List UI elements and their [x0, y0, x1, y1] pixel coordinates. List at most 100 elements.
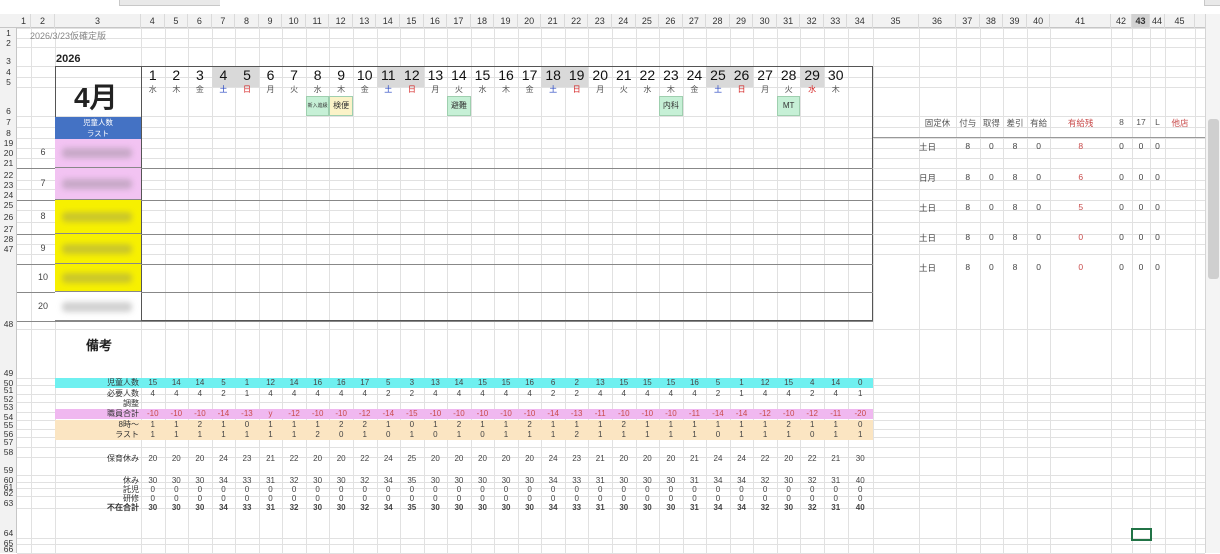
column-header-36[interactable]: 36 — [919, 14, 956, 28]
bottom-cell: 1 — [645, 420, 650, 429]
column-header-4[interactable]: 4 — [141, 14, 165, 28]
column-header-11[interactable]: 11 — [306, 14, 330, 28]
row-header-49[interactable]: 49 — [0, 368, 17, 378]
row-header-6[interactable]: 6 — [0, 106, 17, 116]
bottom-cell: 16 — [525, 378, 535, 387]
column-header-39[interactable]: 39 — [1003, 14, 1027, 28]
column-header-29[interactable]: 29 — [730, 14, 754, 28]
selected-cell[interactable] — [1131, 528, 1152, 541]
row-header-57[interactable]: 57 — [0, 437, 17, 447]
column-header-35[interactable]: 35 — [873, 14, 919, 28]
column-header-26[interactable]: 26 — [659, 14, 683, 28]
column-header-1[interactable]: 1 — [17, 14, 31, 28]
row-header-53[interactable]: 53 — [0, 402, 17, 412]
row-header-20[interactable]: 20 — [0, 148, 17, 158]
row-header-24[interactable]: 24 — [0, 190, 17, 200]
row-header-59[interactable]: 59 — [0, 465, 17, 475]
formula-input[interactable] — [220, 0, 1205, 6]
row-header-63[interactable]: 63 — [0, 498, 17, 508]
column-header-45[interactable]: 45 — [1165, 14, 1195, 28]
column-header-34[interactable]: 34 — [848, 14, 873, 28]
column-header-31[interactable]: 31 — [777, 14, 801, 28]
column-header-33[interactable]: 33 — [824, 14, 848, 28]
column-header-16[interactable]: 16 — [424, 14, 448, 28]
row-header-7[interactable]: 7 — [0, 117, 17, 127]
row-header-21[interactable]: 21 — [0, 158, 17, 168]
row-header-5[interactable]: 5 — [0, 77, 17, 87]
column-header-18[interactable]: 18 — [471, 14, 495, 28]
row-header-48[interactable]: 48 — [0, 319, 17, 329]
bottom-cell: 1 — [692, 420, 697, 429]
bottom-cell: 1 — [762, 420, 768, 429]
row-header-8[interactable]: 8 — [0, 128, 17, 138]
row-header-23[interactable]: 23 — [0, 180, 17, 190]
row-header-19[interactable]: 19 — [0, 138, 17, 148]
column-header-23[interactable]: 23 — [588, 14, 612, 28]
bottom-cell: 16 — [689, 378, 699, 387]
row-header-47[interactable]: 47 — [0, 244, 17, 254]
row-header-1[interactable]: 1 — [0, 28, 17, 38]
summary-header: 付与 — [959, 118, 977, 128]
name-box[interactable] — [0, 0, 120, 6]
column-header-44[interactable]: 44 — [1150, 14, 1165, 28]
column-header-37[interactable]: 37 — [956, 14, 980, 28]
bottom-cell: 0 — [433, 430, 438, 439]
column-header-30[interactable]: 30 — [753, 14, 777, 28]
row-header-58[interactable]: 58 — [0, 447, 17, 457]
column-header-27[interactable]: 27 — [683, 14, 707, 28]
row-header-62[interactable]: 62 — [0, 488, 17, 498]
column-header-28[interactable]: 28 — [706, 14, 730, 28]
row-header-27[interactable]: 27 — [0, 224, 17, 234]
column-header-17[interactable]: 17 — [447, 14, 471, 28]
column-header-32[interactable]: 32 — [800, 14, 824, 28]
event-9[interactable]: 検便 — [329, 96, 353, 116]
column-header-22[interactable]: 22 — [565, 14, 589, 28]
column-header-40[interactable]: 40 — [1027, 14, 1051, 28]
event-14[interactable]: 避難 — [447, 96, 471, 116]
row-header-64[interactable]: 64 — [0, 528, 17, 538]
column-header-41[interactable]: 41 — [1050, 14, 1111, 28]
column-header-3[interactable]: 3 — [55, 14, 141, 28]
row-header-22[interactable]: 22 — [0, 170, 17, 180]
column-header-9[interactable]: 9 — [259, 14, 283, 28]
bottom-cell: 32 — [360, 503, 370, 512]
bottom-cell: 13 — [430, 378, 440, 387]
row-header-4[interactable]: 4 — [0, 67, 17, 77]
column-header-20[interactable]: 20 — [518, 14, 542, 28]
column-header-14[interactable]: 14 — [377, 14, 401, 28]
vertical-scrollbar[interactable] — [1205, 14, 1220, 553]
event-23[interactable]: 内科 — [659, 96, 683, 116]
column-header-5[interactable]: 5 — [165, 14, 189, 28]
column-header-21[interactable]: 21 — [541, 14, 565, 28]
column-header-24[interactable]: 24 — [612, 14, 636, 28]
column-header-2[interactable]: 2 — [31, 14, 55, 28]
staff-row-number: 10 — [37, 272, 48, 282]
column-header-13[interactable]: 13 — [353, 14, 377, 28]
column-header-19[interactable]: 19 — [494, 14, 518, 28]
column-header-8[interactable]: 8 — [235, 14, 259, 28]
scroll-thumb[interactable] — [1208, 119, 1219, 279]
event-8[interactable]: 新入進級 — [305, 96, 330, 116]
column-header-25[interactable]: 25 — [636, 14, 660, 28]
column-header-7[interactable]: 7 — [212, 14, 236, 28]
row-header-28[interactable]: 28 — [0, 234, 17, 244]
row-header-26[interactable]: 26 — [0, 212, 17, 222]
column-header-10[interactable]: 10 — [282, 14, 306, 28]
row-header-25[interactable]: 25 — [0, 200, 17, 210]
column-header-42[interactable]: 42 — [1111, 14, 1132, 28]
bottom-cell: 4 — [597, 389, 603, 398]
row-header-2[interactable]: 2 — [0, 38, 17, 48]
event-28[interactable]: MT — [776, 96, 801, 116]
column-header-6[interactable]: 6 — [188, 14, 212, 28]
bottom-cell: 32 — [289, 503, 299, 512]
column-header-43[interactable]: 43 — [1132, 14, 1150, 28]
column-header-12[interactable]: 12 — [329, 14, 353, 28]
bottom-cell: 4 — [809, 378, 815, 387]
row-header-3[interactable]: 3 — [0, 56, 17, 66]
summary-cell: 8 — [1012, 232, 1018, 242]
bottom-cell: 24 — [383, 454, 393, 463]
column-header-38[interactable]: 38 — [980, 14, 1004, 28]
summary-cell: 0 — [1078, 262, 1084, 272]
bottom-cell: 1 — [221, 420, 226, 429]
column-header-15[interactable]: 15 — [400, 14, 424, 28]
